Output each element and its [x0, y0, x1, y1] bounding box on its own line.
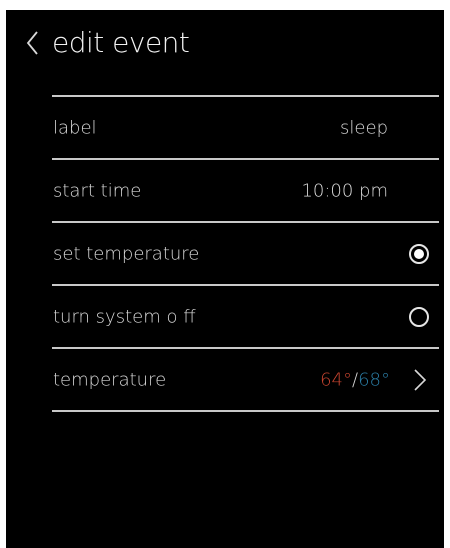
temperature-label: temperature [53, 369, 167, 390]
start-time-row[interactable]: start time 10:00 pm [52, 160, 439, 221]
back-button[interactable] [20, 28, 48, 58]
turn-system-off-label: turn system o ff [53, 306, 196, 327]
turn-system-off-radio[interactable] [409, 306, 429, 327]
chevron-left-icon [26, 31, 38, 55]
heat-setpoint: 64° [320, 369, 353, 390]
set-temperature-radio[interactable] [409, 243, 429, 264]
label-row[interactable]: label sleep [52, 97, 439, 158]
label-row-label: label [53, 117, 97, 138]
edit-event-screen: edit event label sleep start time 10:00 … [6, 10, 444, 548]
radio-selected-dot [414, 248, 424, 259]
header: edit event [6, 24, 444, 64]
set-temperature-row[interactable]: set temperature [52, 223, 439, 284]
cool-setpoint: 68° [358, 369, 390, 390]
turn-system-off-row[interactable]: turn system o ff [52, 286, 439, 347]
chevron-right-icon [414, 368, 427, 391]
page-title: edit event [52, 26, 190, 59]
temperature-row[interactable]: temperature 64°/68° [52, 349, 439, 410]
label-row-value: sleep [340, 117, 388, 138]
divider [52, 410, 439, 412]
start-time-value: 10:00 pm [301, 180, 388, 201]
temperature-values: 64°/68° [320, 369, 390, 390]
set-temperature-label: set temperature [53, 243, 200, 264]
event-settings-list: label sleep start time 10:00 pm set temp… [52, 95, 439, 412]
start-time-label: start time [53, 180, 142, 201]
